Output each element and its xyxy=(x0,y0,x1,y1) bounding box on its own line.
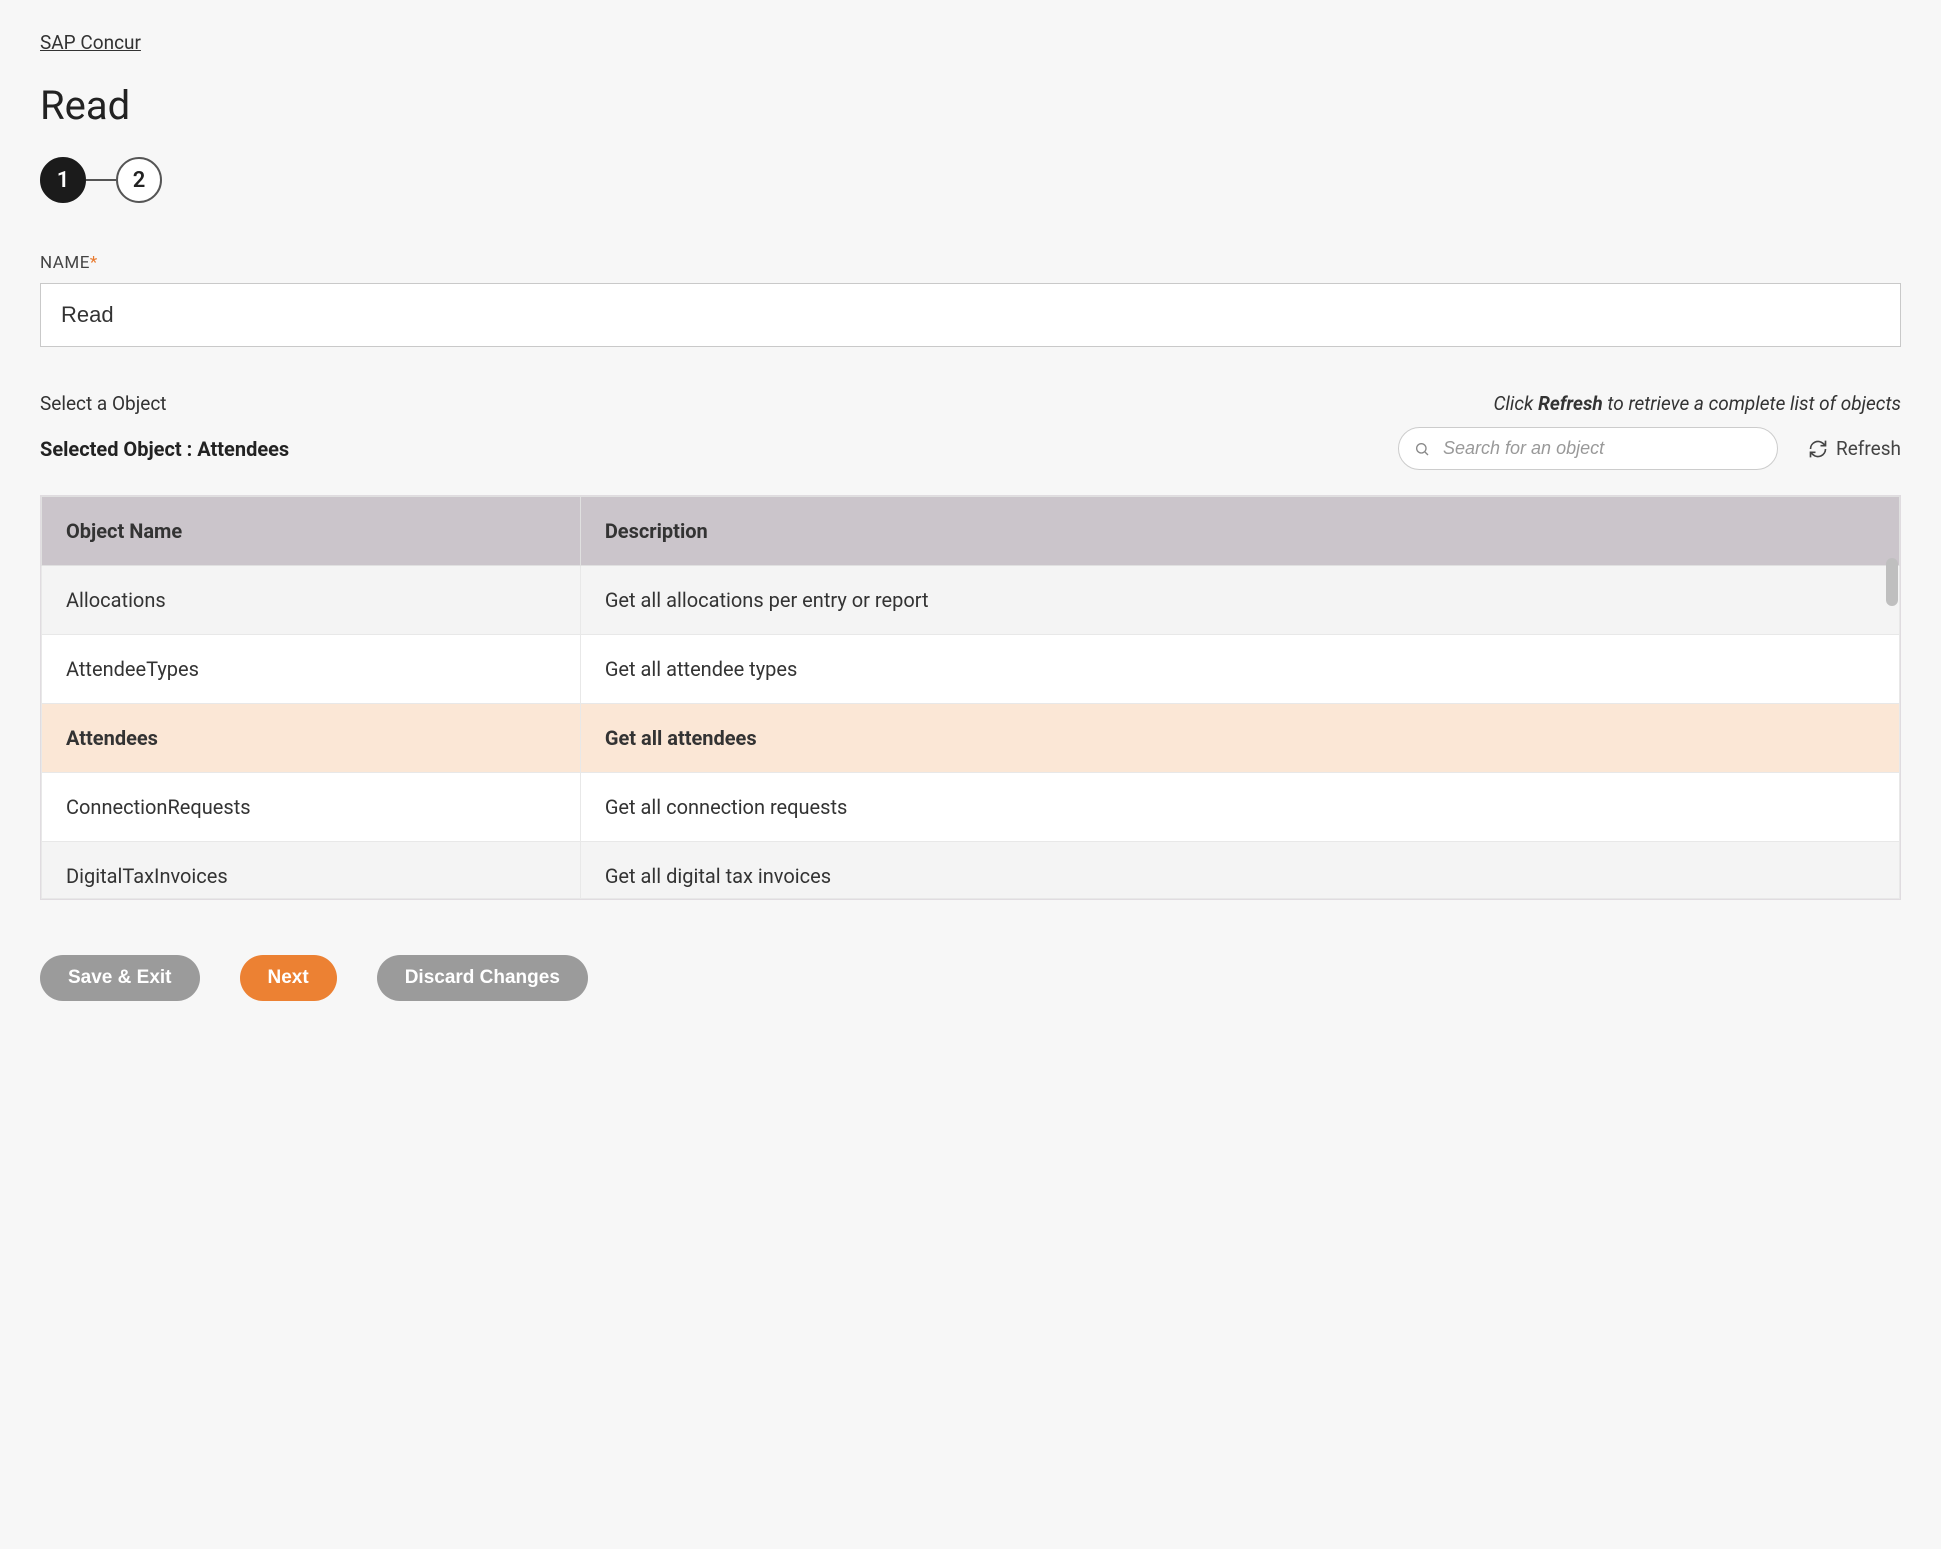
required-asterisk: * xyxy=(90,253,98,273)
step-connector xyxy=(86,179,116,181)
selected-object-label: Selected Object : Attendees xyxy=(40,437,289,461)
selected-object-prefix: Selected Object : xyxy=(40,437,197,461)
refresh-hint: Click Refresh to retrieve a complete lis… xyxy=(1493,392,1901,415)
search-input[interactable] xyxy=(1398,427,1778,470)
cell-object-name: DigitalTaxInvoices xyxy=(42,842,581,899)
refresh-hint-bold: Refresh xyxy=(1538,392,1603,415)
refresh-button[interactable]: Refresh xyxy=(1808,437,1901,460)
next-button[interactable]: Next xyxy=(240,955,337,1001)
table-row[interactable]: DigitalTaxInvoicesGet all digital tax in… xyxy=(42,842,1900,899)
save-exit-button[interactable]: Save & Exit xyxy=(40,955,200,1001)
table-row[interactable]: ConnectionRequestsGet all connection req… xyxy=(42,773,1900,842)
discard-button[interactable]: Discard Changes xyxy=(377,955,588,1001)
cell-description: Get all digital tax invoices xyxy=(580,842,1899,899)
refresh-icon xyxy=(1808,439,1828,459)
table-row[interactable]: AllocationsGet all allocations per entry… xyxy=(42,566,1900,635)
refresh-hint-suffix: to retrieve a complete list of objects xyxy=(1603,392,1901,415)
cell-object-name: Allocations xyxy=(42,566,581,635)
name-field-label: NAME* xyxy=(40,253,1901,273)
table-row[interactable]: AttendeesGet all attendees xyxy=(42,704,1900,773)
step-1[interactable]: 1 xyxy=(40,157,86,203)
refresh-button-label: Refresh xyxy=(1836,437,1901,460)
selected-object-value: Attendees xyxy=(197,437,289,461)
breadcrumb-link[interactable]: SAP Concur xyxy=(40,31,141,54)
step-2[interactable]: 2 xyxy=(116,157,162,203)
cell-object-name: Attendees xyxy=(42,704,581,773)
table-row[interactable]: AttendeeTypesGet all attendee types xyxy=(42,635,1900,704)
page-title: Read xyxy=(40,82,1901,129)
cell-description: Get all attendee types xyxy=(580,635,1899,704)
cell-object-name: AttendeeTypes xyxy=(42,635,581,704)
select-object-label: Select a Object xyxy=(40,392,167,415)
name-input[interactable] xyxy=(40,283,1901,347)
footer-buttons: Save & Exit Next Discard Changes xyxy=(40,955,1901,1001)
object-table-container: Object Name Description AllocationsGet a… xyxy=(40,495,1901,900)
col-header-description[interactable]: Description xyxy=(580,497,1899,566)
scrollbar-thumb[interactable] xyxy=(1886,558,1898,606)
refresh-hint-prefix: Click xyxy=(1493,392,1538,415)
stepper: 1 2 xyxy=(40,157,1901,203)
search-wrap xyxy=(1398,427,1778,470)
object-table: Object Name Description AllocationsGet a… xyxy=(41,496,1900,899)
cell-description: Get all connection requests xyxy=(580,773,1899,842)
cell-description: Get all allocations per entry or report xyxy=(580,566,1899,635)
cell-object-name: ConnectionRequests xyxy=(42,773,581,842)
cell-description: Get all attendees xyxy=(580,704,1899,773)
col-header-name[interactable]: Object Name xyxy=(42,497,581,566)
name-label-text: NAME xyxy=(40,253,90,273)
search-icon xyxy=(1414,441,1430,457)
